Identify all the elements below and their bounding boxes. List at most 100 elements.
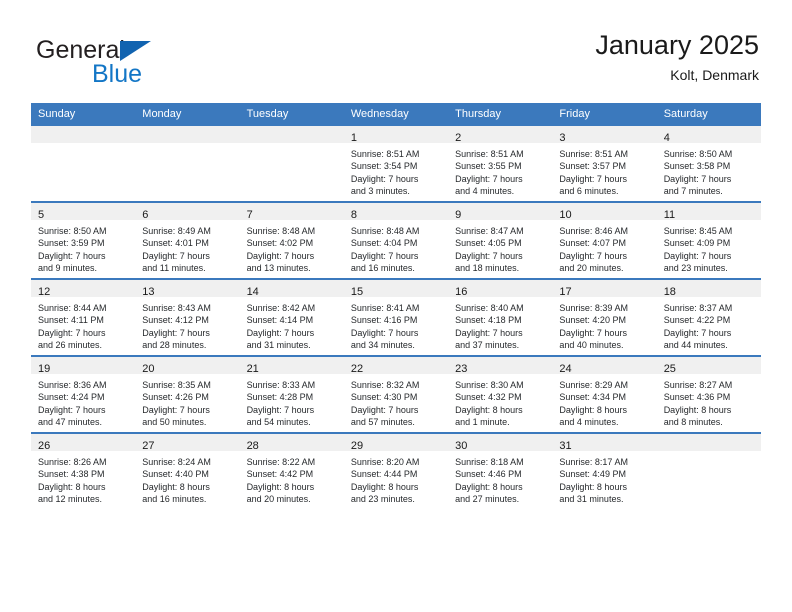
calendar-day-cell[interactable]: 7 Sunrise: 8:48 AM Sunset: 4:02 PM Daylight… bbox=[239, 201, 344, 279]
brand-logo[interactable]: General Blue bbox=[36, 36, 236, 88]
day-detail-line: Daylight: 8 hours bbox=[663, 404, 732, 415]
day-detail-block: Sunrise: 8:36 AM Sunset: 4:24 PM Daylight:… bbox=[31, 374, 135, 429]
day-number: 12 bbox=[38, 286, 51, 298]
day-detail-line: Sunrise: 8:50 AM bbox=[663, 149, 733, 159]
day-detail-block: Sunrise: 8:50 AM Sunset: 3:59 PM Daylight:… bbox=[31, 220, 135, 275]
day-number-band: 29 bbox=[343, 434, 449, 452]
day-detail-line: Daylight: 7 hours bbox=[559, 327, 627, 338]
calendar-day-cell[interactable]: 24 Sunrise: 8:29 AM Sunset: 4:34 PM Dayligh… bbox=[552, 355, 657, 433]
calendar-day-cell[interactable]: 9 Sunrise: 8:47 AM Sunset: 4:05 PM Daylight… bbox=[448, 201, 553, 279]
day-detail-line: Sunrise: 8:48 AM bbox=[350, 226, 420, 236]
day-number-band: 21 bbox=[239, 357, 344, 375]
day-number: 23 bbox=[455, 363, 468, 375]
calendar-day-cell[interactable]: 28 Sunrise: 8:22 AM Sunset: 4:42 PM Dayligh… bbox=[239, 432, 344, 509]
calendar-day-cell[interactable]: 2 Sunrise: 8:51 AM Sunset: 3:55 PM Daylight… bbox=[448, 126, 553, 202]
day-detail-line: Sunrise: 8:44 AM bbox=[38, 303, 107, 313]
calendar-day-cell[interactable]: 15 Sunrise: 8:41 AM Sunset: 4:16 PM Dayligh… bbox=[343, 278, 449, 356]
day-detail-line: and 20 minutes. bbox=[559, 263, 624, 274]
day-number: 24 bbox=[559, 363, 572, 375]
page-title: January 2025 bbox=[595, 30, 759, 60]
calendar-day-cell[interactable]: 1 Sunrise: 8:51 AM Sunset: 3:54 PM Daylight… bbox=[343, 126, 449, 202]
calendar-day-cell[interactable]: 23 Sunrise: 8:30 AM Sunset: 4:32 PM Dayligh… bbox=[448, 355, 553, 433]
day-detail-line: Sunset: 4:04 PM bbox=[350, 238, 418, 249]
day-detail-line: Sunset: 3:57 PM bbox=[559, 161, 626, 172]
day-detail-line: Daylight: 7 hours bbox=[350, 250, 419, 261]
day-detail-line: Daylight: 7 hours bbox=[142, 327, 210, 338]
column-header-saturday: Saturday bbox=[656, 103, 761, 126]
day-detail-line: Daylight: 8 hours bbox=[455, 481, 523, 492]
day-number-band: 15 bbox=[343, 280, 449, 298]
day-detail-block: Sunrise: 8:51 AM Sunset: 3:54 PM Daylight:… bbox=[344, 143, 448, 198]
calendar-day-cell[interactable]: 8 Sunrise: 8:48 AM Sunset: 4:04 PM Daylight… bbox=[343, 201, 449, 279]
day-detail-line: Sunset: 4:20 PM bbox=[559, 315, 626, 326]
calendar-day-cell[interactable]: 6 Sunrise: 8:49 AM Sunset: 4:01 PM Daylight… bbox=[135, 201, 240, 279]
day-detail-line: and 3 minutes. bbox=[350, 186, 410, 197]
day-number: 22 bbox=[350, 363, 364, 375]
calendar-day-cell[interactable]: 30 Sunrise: 8:18 AM Sunset: 4:46 PM Dayligh… bbox=[448, 432, 553, 509]
day-detail-line: Sunset: 4:46 PM bbox=[455, 469, 522, 480]
calendar-day-cell[interactable]: 27 Sunrise: 8:24 AM Sunset: 4:40 PM Dayligh… bbox=[135, 432, 240, 509]
calendar-day-cell[interactable]: 14 Sunrise: 8:42 AM Sunset: 4:14 PM Dayligh… bbox=[239, 278, 344, 356]
calendar-day-cell[interactable]: 4 Sunrise: 8:50 AM Sunset: 3:58 PM Daylight… bbox=[656, 126, 761, 202]
calendar-day-cell[interactable]: 19 Sunrise: 8:36 AM Sunset: 4:24 PM Dayligh… bbox=[31, 355, 136, 433]
calendar-day-cell[interactable]: 29 Sunrise: 8:20 AM Sunset: 4:44 PM Dayligh… bbox=[343, 432, 449, 509]
day-detail-line: Sunrise: 8:41 AM bbox=[350, 303, 420, 313]
calendar-day-cell[interactable]: 3 Sunrise: 8:51 AM Sunset: 3:57 PM Daylight… bbox=[552, 126, 657, 202]
day-detail-line: Sunrise: 8:39 AM bbox=[559, 303, 628, 313]
calendar-day-cell[interactable]: 12 Sunrise: 8:44 AM Sunset: 4:11 PM Dayligh… bbox=[31, 278, 136, 356]
day-detail-line: Sunset: 4:44 PM bbox=[350, 469, 418, 480]
day-detail-line: Sunset: 4:49 PM bbox=[559, 469, 626, 480]
day-number-band: 4 bbox=[656, 126, 761, 144]
day-detail-line: Sunset: 4:38 PM bbox=[38, 469, 105, 480]
day-number-band: 31 bbox=[552, 434, 657, 452]
day-detail-line: Sunset: 3:59 PM bbox=[38, 238, 105, 249]
day-detail-line: Daylight: 7 hours bbox=[350, 404, 419, 415]
day-number: 20 bbox=[142, 363, 155, 375]
calendar-day-cell[interactable]: 16 Sunrise: 8:40 AM Sunset: 4:18 PM Dayligh… bbox=[448, 278, 553, 356]
day-detail-line: and 54 minutes. bbox=[246, 417, 311, 428]
day-detail-line: Sunrise: 8:46 AM bbox=[559, 226, 628, 236]
calendar-day-cell[interactable]: 31 Sunrise: 8:17 AM Sunset: 4:49 PM Dayligh… bbox=[552, 432, 657, 509]
day-number-band: 7 bbox=[239, 203, 344, 221]
day-detail-line: Sunrise: 8:36 AM bbox=[38, 380, 107, 390]
day-detail-line: Sunset: 4:12 PM bbox=[142, 315, 209, 326]
day-detail-line: and 28 minutes. bbox=[142, 340, 207, 351]
calendar-day-cell[interactable]: 21 Sunrise: 8:33 AM Sunset: 4:28 PM Dayligh… bbox=[239, 355, 344, 433]
day-detail-block bbox=[31, 143, 135, 148]
calendar-day-cell[interactable]: 13 Sunrise: 8:43 AM Sunset: 4:12 PM Dayligh… bbox=[135, 278, 240, 356]
day-detail-line: Daylight: 8 hours bbox=[559, 481, 627, 492]
day-detail-block bbox=[657, 451, 761, 456]
calendar-week-row: 19 Sunrise: 8:36 AM Sunset: 4:24 PM Dayligh… bbox=[31, 355, 761, 433]
day-number-band bbox=[135, 126, 240, 143]
day-detail-line: Sunrise: 8:30 AM bbox=[455, 380, 524, 390]
day-detail-line: Daylight: 7 hours bbox=[142, 404, 210, 415]
day-number-band: 27 bbox=[135, 434, 240, 452]
day-detail-line: and 31 minutes. bbox=[559, 494, 624, 505]
day-detail-line: Sunset: 4:28 PM bbox=[246, 392, 314, 403]
day-detail-line: Sunrise: 8:24 AM bbox=[142, 457, 211, 467]
day-detail-line: Sunrise: 8:37 AM bbox=[663, 303, 733, 313]
calendar-day-cell[interactable]: 10 Sunrise: 8:46 AM Sunset: 4:07 PM Dayligh… bbox=[552, 201, 657, 279]
day-number: 4 bbox=[663, 132, 670, 144]
calendar-day-cell[interactable]: 25 Sunrise: 8:27 AM Sunset: 4:36 PM Dayligh… bbox=[656, 355, 761, 433]
calendar-day-cell[interactable]: 17 Sunrise: 8:39 AM Sunset: 4:20 PM Dayligh… bbox=[552, 278, 657, 356]
day-detail-line: and 13 minutes. bbox=[246, 263, 311, 274]
day-detail-line: Daylight: 7 hours bbox=[663, 173, 732, 184]
calendar-page: General Blue January 2025 Kolt, Denmark … bbox=[0, 0, 792, 612]
day-detail-line: Sunset: 4:18 PM bbox=[455, 315, 522, 326]
column-header-tuesday: Tuesday bbox=[239, 103, 344, 126]
calendar-day-cell[interactable]: 5 Sunrise: 8:50 AM Sunset: 3:59 PM Daylight… bbox=[31, 201, 136, 279]
calendar-day-cell[interactable]: 20 Sunrise: 8:35 AM Sunset: 4:26 PM Dayligh… bbox=[135, 355, 240, 433]
calendar-day-cell[interactable]: 26 Sunrise: 8:26 AM Sunset: 4:38 PM Dayligh… bbox=[31, 432, 136, 509]
day-number: 19 bbox=[38, 363, 51, 375]
calendar-day-cell[interactable]: 22 Sunrise: 8:32 AM Sunset: 4:30 PM Dayligh… bbox=[343, 355, 449, 433]
day-number-band: 28 bbox=[239, 434, 344, 452]
column-header-wednesday: Wednesday bbox=[343, 103, 449, 126]
calendar-day-cell[interactable]: 18 Sunrise: 8:37 AM Sunset: 4:22 PM Dayligh… bbox=[656, 278, 761, 356]
page-subtitle: Kolt, Denmark bbox=[670, 67, 759, 83]
day-number: 9 bbox=[455, 209, 462, 221]
day-detail-block: Sunrise: 8:29 AM Sunset: 4:34 PM Daylight:… bbox=[552, 374, 656, 429]
day-detail-block: Sunrise: 8:22 AM Sunset: 4:42 PM Daylight:… bbox=[240, 451, 344, 506]
day-number: 1 bbox=[350, 132, 357, 144]
calendar-day-cell[interactable]: 11 Sunrise: 8:45 AM Sunset: 4:09 PM Dayligh… bbox=[656, 201, 761, 279]
